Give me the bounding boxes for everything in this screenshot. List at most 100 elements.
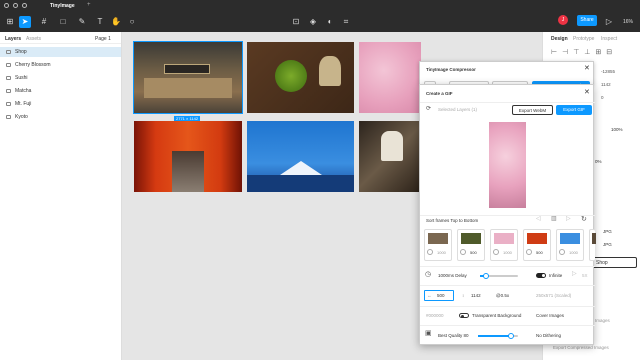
align-icons[interactable]: ⊢⊣⊤⊥⊞⊟ [551,48,617,56]
shape-tool-icon[interactable]: □ [57,16,69,28]
tab-layers[interactable]: Layers [5,36,21,42]
image-sushi[interactable] [359,121,421,192]
text-tool-icon[interactable]: T [94,16,106,28]
play-icon[interactable]: ▷ [572,270,577,277]
opacity-value[interactable]: 100% [611,127,623,132]
y-value[interactable]: -12855 [601,69,615,74]
frame-icon [6,50,11,54]
export-webm-button[interactable]: Export WebM [512,105,553,115]
boolean-icon[interactable]: ⌗ [340,16,352,28]
quality-label: Best Quality 80 [438,333,469,338]
image-cherry-blossom[interactable] [359,42,421,113]
frame-thumb[interactable]: 500 [523,229,551,261]
create-gif-modal: Create a GIF ✕ ⟳ Selected Layers (1) Exp… [419,84,596,345]
main-menu-icon[interactable]: ⊞ [4,16,16,28]
layers-panel: Layers Assets Page 1 Shop Cherry Blossom… [0,32,122,360]
window-icon[interactable] [13,3,18,8]
timer-icon [460,249,466,255]
timer-icon: ◷ [425,271,432,278]
layer-item[interactable]: Kyoto [0,112,121,122]
modal-title: Create a GIF [426,91,453,96]
height-icon: ↕ [462,293,465,298]
frame-icon [6,115,11,119]
infinite-label: Infinite [549,273,563,278]
plugin-title: TinyImage Compressor [426,67,476,72]
skip-back-icon[interactable]: ◁ [536,215,541,222]
format-1[interactable]: JPG [603,229,612,234]
h-value[interactable]: 1142 [601,82,611,87]
width-icon: ↔ [427,293,432,298]
tab-prototype[interactable]: Prototype [573,36,594,42]
height-input[interactable]: 1142 [471,293,481,298]
layer-item[interactable]: Matcha [0,86,121,96]
hand-tool-icon[interactable]: ✋ [110,16,122,28]
film-icon[interactable]: ▥ [551,215,557,222]
gif-preview [489,122,526,208]
frame-icon [6,76,11,80]
layer-item[interactable]: Cherry Blossom [0,60,121,70]
r-value[interactable]: 0 [601,95,604,100]
scaled-dimensions: 250x571 (Scaled) [536,293,572,298]
infinite-toggle[interactable] [536,273,546,278]
add-tab-icon[interactable]: + [87,2,91,8]
comment-tool-icon[interactable]: ○ [126,16,138,28]
share-button[interactable]: Share [577,15,597,26]
frame-thumb[interactable]: 500 [589,229,596,261]
frame-thumb[interactable]: 500 [457,229,485,261]
frame-thumb[interactable]: 1000 [490,229,518,261]
frame-icon [6,63,11,67]
format-2[interactable]: JPG [603,242,612,247]
timer-icon [526,249,532,255]
layer-item[interactable]: Shop [0,47,121,57]
image-matcha[interactable] [247,42,354,113]
contrast-icon[interactable]: ◐ [324,16,336,28]
reset-icon[interactable]: ↻ [581,215,587,223]
sort-frames-label[interactable]: Sort frames Top to Bottom [426,218,478,223]
skip-forward-icon[interactable]: ▷ [566,215,571,222]
delay-label: 1000ms Delay [438,273,467,278]
dithering-select[interactable]: No Dithering [536,333,561,338]
cover-images-select[interactable]: Cover Images [536,313,564,318]
image-mt-fuji[interactable] [247,121,354,192]
export-gif-button[interactable]: Export GIF [556,105,592,115]
scale-select[interactable]: @0.5x [496,293,509,298]
avatar[interactable]: J [558,15,568,25]
move-tool-icon[interactable]: ➤ [19,16,31,28]
transparent-label: Transparent Background [472,313,522,318]
frame-thumb[interactable]: 1000 [424,229,452,261]
close-icon[interactable]: ✕ [584,88,590,96]
delay-slider[interactable] [480,273,518,279]
tab-inspect[interactable]: Inspect [601,36,617,42]
export-compressed-text[interactable]: Export Compressed Images [553,345,609,350]
background-hex-input[interactable]: #000000 [426,313,444,318]
width-input[interactable]: ↔ 500 [424,290,454,301]
page-selector[interactable]: Page 1 [95,36,111,42]
tab-assets[interactable]: Assets [26,36,41,42]
image-kyoto[interactable] [134,121,242,192]
transparent-toggle[interactable] [459,313,469,318]
play-icon[interactable]: ▷ [603,16,615,28]
speed-label[interactable]: 5X [582,273,588,278]
frame-thumb[interactable]: 1000 [556,229,584,261]
timer-icon [493,249,499,255]
refresh-icon[interactable]: ⟳ [426,105,431,112]
frame-icon [6,102,11,106]
quality-slider[interactable] [478,333,518,339]
crop-icon[interactable]: ⊡ [290,16,302,28]
tab-design[interactable]: Design [551,36,568,42]
frame-tool-icon[interactable]: # [38,16,50,28]
app-title[interactable]: TinyImage [50,3,75,9]
pen-tool-icon[interactable]: ✎ [76,16,88,28]
component-icon[interactable]: ◈ [307,16,319,28]
quality-icon: ▣ [425,330,432,337]
window-icon[interactable] [22,3,27,8]
images-text: Images [595,318,610,323]
layer-item[interactable]: Sushi [0,73,121,83]
close-icon[interactable]: ✕ [584,64,590,72]
zoom-level[interactable]: 16% [620,16,636,28]
image-shop[interactable] [133,41,243,114]
opacity2-value[interactable]: 0% [595,159,602,164]
selected-layers-text: Selected Layers (1) [438,107,478,112]
menu-icon[interactable] [4,3,9,8]
layer-item[interactable]: Mt. Fuji [0,99,121,109]
